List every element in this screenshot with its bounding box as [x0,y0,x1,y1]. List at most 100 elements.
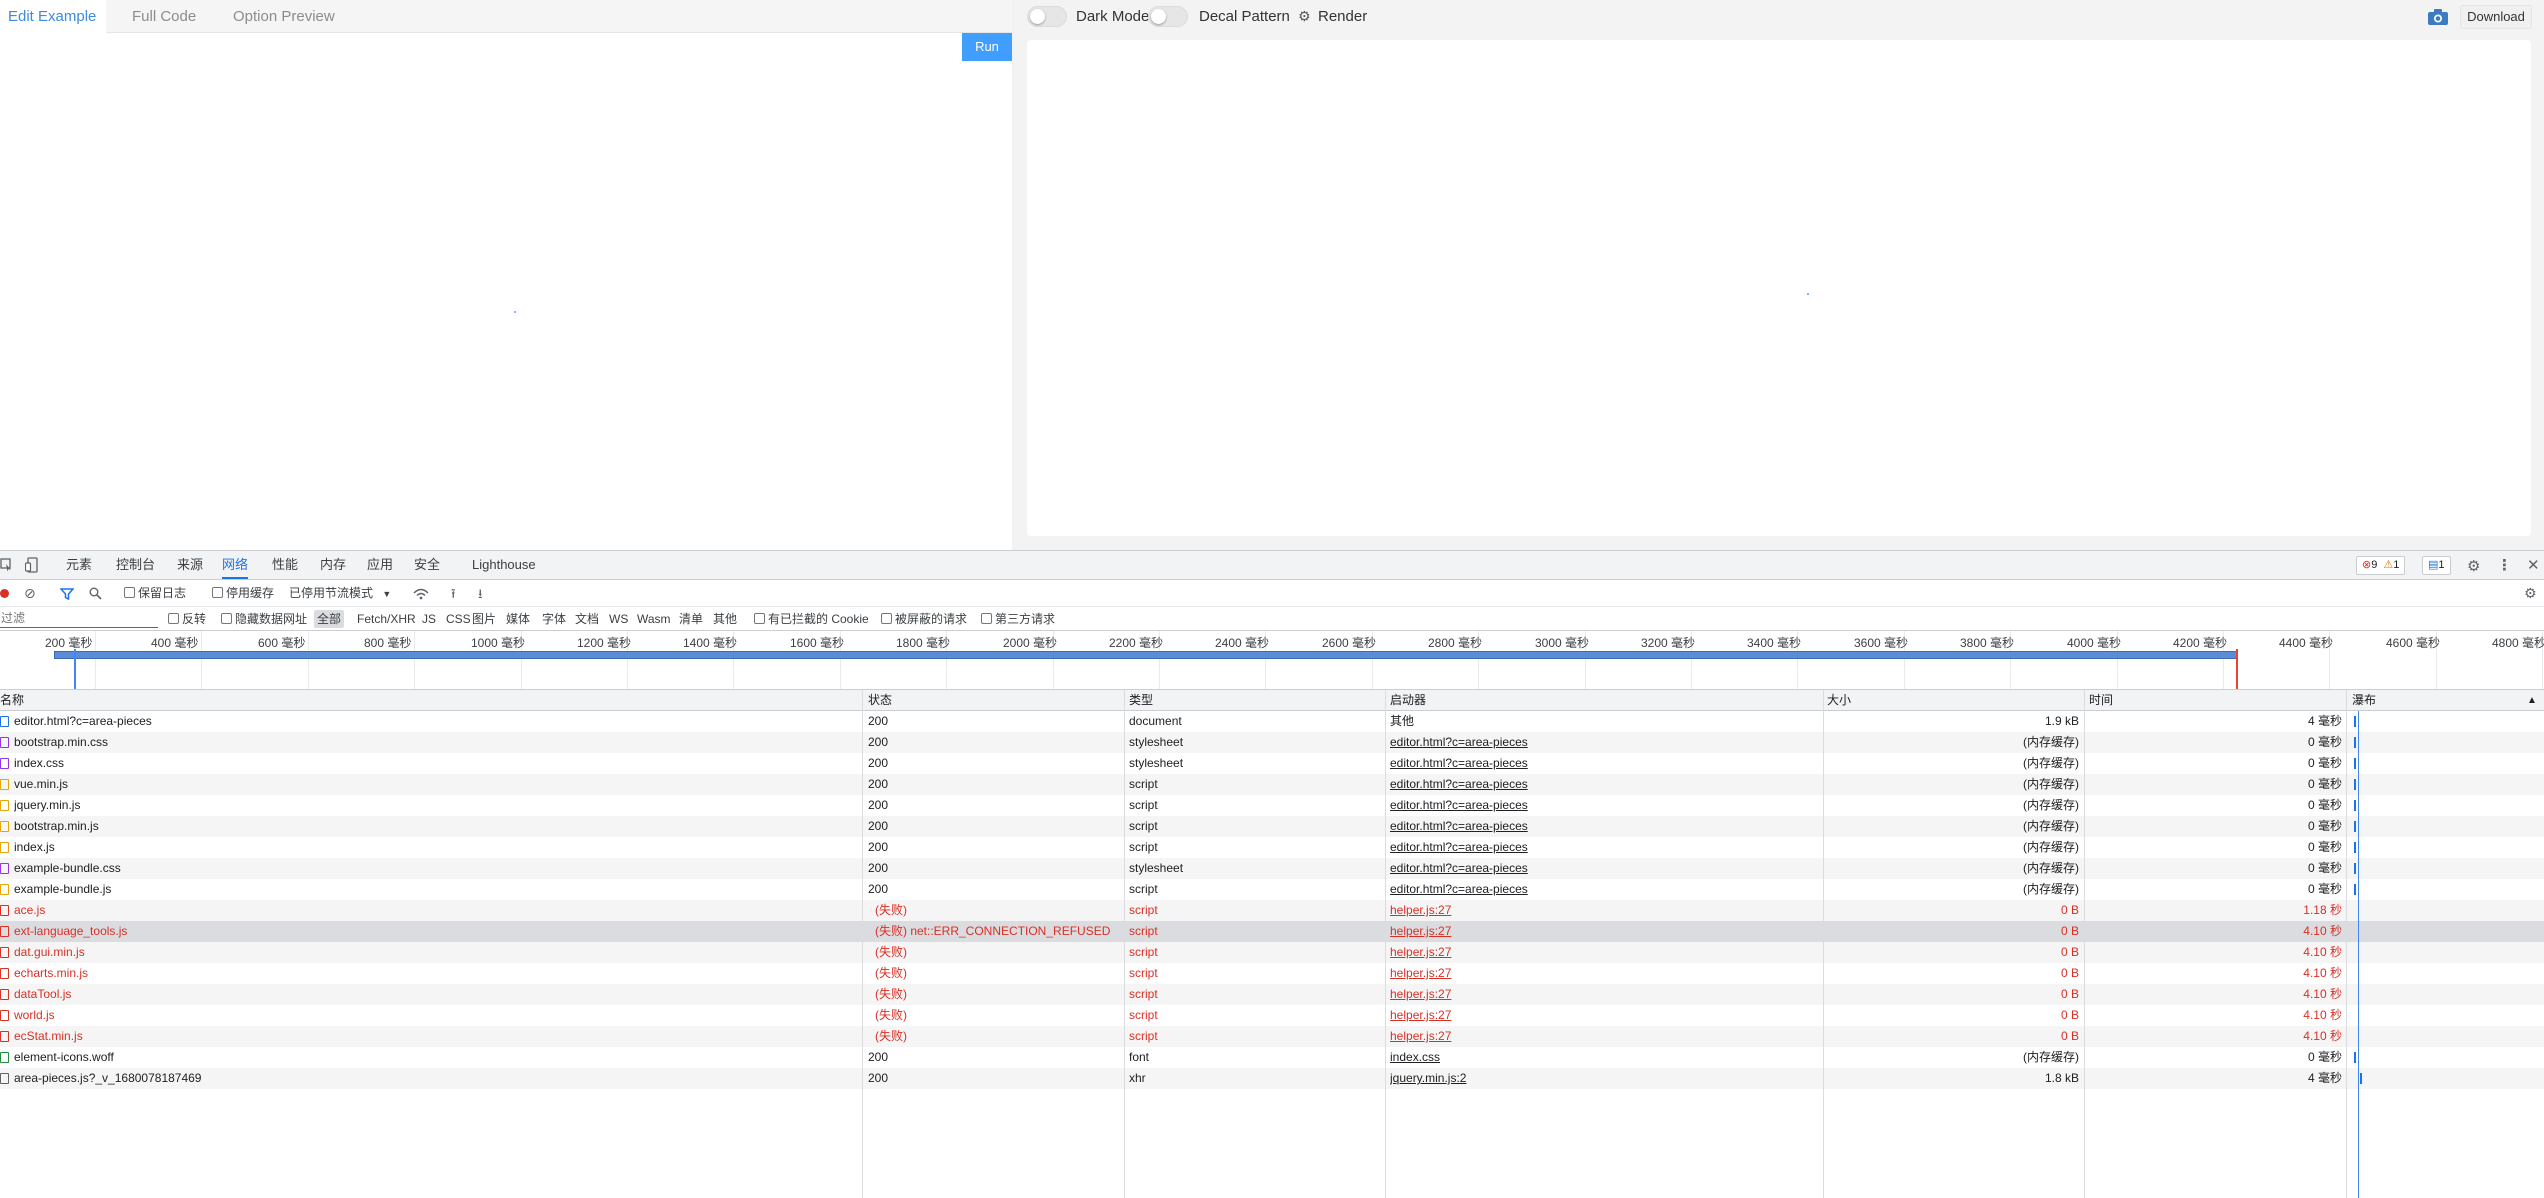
table-row[interactable]: bootstrap.min.css 200 stylesheet editor.htm… [0,732,2544,753]
request-initiator[interactable]: editor.html?c=area-pieces [1390,879,1820,900]
search-icon[interactable] [89,587,102,600]
devtools-tab[interactable]: 元素 [66,551,92,579]
request-initiator[interactable]: helper.js:27 [1390,921,1820,942]
column-divider[interactable] [1124,690,1125,1198]
request-initiator[interactable]: helper.js:27 [1390,963,1820,984]
request-initiator[interactable]: editor.html?c=area-pieces [1390,858,1820,879]
type-filter-button[interactable]: 字体 [542,607,566,631]
download-button[interactable]: Download [2460,5,2532,29]
chart-preview-canvas[interactable] [1027,40,2531,536]
filter-icon[interactable] [60,588,74,600]
table-row[interactable]: bootstrap.min.js 200 script editor.html?c=a… [0,816,2544,837]
type-filter-button[interactable]: 其他 [713,607,737,631]
devtools-tab[interactable]: 安全 [414,551,440,579]
column-waterfall[interactable]: 瀑布 [2352,690,2376,711]
third-party-checkbox[interactable]: 第三方请求 [981,607,1055,631]
devtools-tab[interactable]: 控制台 [116,551,155,579]
render-label[interactable]: Render [1318,8,1367,25]
dark-mode-toggle[interactable] [1027,6,1067,27]
type-filter-button[interactable]: 媒体 [506,607,530,631]
network-overview[interactable]: 200 毫秒 400 毫秒 600 毫秒 800 毫秒 1000 毫秒 1200 毫秒 14… [0,631,2544,690]
column-divider[interactable] [1823,690,1824,1198]
column-type[interactable]: 类型 [1129,690,1153,711]
clear-icon[interactable]: ⊘ [24,580,36,607]
devtools-tab[interactable]: 内存 [320,551,346,579]
request-initiator[interactable]: jquery.min.js:2 [1390,1068,1820,1089]
request-initiator[interactable]: editor.html?c=area-pieces [1390,753,1820,774]
devtools-tab[interactable]: 来源 [177,551,203,579]
type-filter-button[interactable]: JS [422,607,436,631]
request-initiator[interactable]: index.css [1390,1047,1820,1068]
table-row[interactable]: ecStat.min.js (失败) script helper.js:27 0 B 4.… [0,1026,2544,1047]
request-initiator[interactable]: helper.js:27 [1390,900,1820,921]
sort-up-icon[interactable]: ▲ [2527,690,2537,711]
devtools-tab[interactable]: 网络 [222,551,249,579]
request-initiator[interactable]: editor.html?c=area-pieces [1390,795,1820,816]
column-status[interactable]: 状态 [868,690,892,711]
request-initiator[interactable]: editor.html?c=area-pieces [1390,732,1820,753]
table-row[interactable]: jquery.min.js 200 script editor.html?c=area… [0,795,2544,816]
table-row[interactable]: editor.html?c=area-pieces 200 document 其他 1.… [0,711,2544,732]
column-divider[interactable] [2346,690,2347,1198]
request-initiator[interactable]: helper.js:27 [1390,984,1820,1005]
close-devtools-icon[interactable]: ✕ [2527,556,2540,574]
table-row[interactable]: dataTool.js (失败) script helper.js:27 0 B 4.10… [0,984,2544,1005]
type-filter-button[interactable]: Wasm [637,607,671,631]
column-time[interactable]: 时间 [2089,690,2113,711]
decal-pattern-toggle[interactable] [1148,6,1188,27]
tab-option-preview[interactable]: Option Preview [233,0,335,33]
disable-cache-checkbox[interactable]: 停用缓存 [212,580,274,607]
filter-input[interactable] [0,609,158,628]
request-initiator[interactable]: helper.js:27 [1390,1026,1820,1047]
table-row[interactable]: index.js 200 script editor.html?c=area-piec… [0,837,2544,858]
table-row[interactable]: example-bundle.css 200 stylesheet editor.ht… [0,858,2544,879]
type-filter-button[interactable]: CSS [446,607,471,631]
table-row[interactable]: index.css 200 stylesheet editor.html?c=area… [0,753,2544,774]
issues-badge[interactable]: ⊗9 ⚠1 [2356,556,2406,575]
table-row[interactable]: element-icons.woff 200 font index.css (内存缓存)… [0,1047,2544,1068]
invert-checkbox[interactable]: 反转 [168,607,206,631]
more-options-icon[interactable]: ⋮ [2497,556,2512,574]
blocked-requests-checkbox[interactable]: 被屏蔽的请求 [881,607,967,631]
camera-icon[interactable] [2427,8,2449,26]
type-filter-button[interactable]: 清单 [679,607,703,631]
request-initiator[interactable]: editor.html?c=area-pieces [1390,774,1820,795]
record-icon[interactable] [0,580,9,607]
messages-badge[interactable]: ▤1 [2422,556,2451,575]
column-divider[interactable] [862,690,863,1198]
tab-full-code[interactable]: Full Code [132,0,196,33]
export-har-icon[interactable]: ⭳ [478,580,483,607]
device-toolbar-icon[interactable] [25,557,39,573]
table-row[interactable]: area-pieces.js?_v_1680078187469 200 xhr jqu… [0,1068,2544,1089]
import-har-icon[interactable]: ⭱ [451,580,456,607]
network-settings-icon[interactable]: ⚙ [2524,580,2537,607]
column-divider[interactable] [1385,690,1386,1198]
devtools-tab[interactable]: Lighthouse [472,551,536,579]
column-name[interactable]: 名称 [0,690,24,711]
table-row[interactable]: example-bundle.js 200 script editor.html?c=… [0,879,2544,900]
column-divider[interactable] [2084,690,2085,1198]
request-initiator[interactable]: helper.js:27 [1390,1005,1820,1026]
throttling-select[interactable]: 已停用节流模式 ▼ [289,580,391,607]
type-filter-button[interactable]: WS [609,607,628,631]
table-row[interactable]: vue.min.js 200 script editor.html?c=area-pi… [0,774,2544,795]
type-filter-button[interactable]: 图片 [472,607,496,631]
devtools-tab[interactable]: 性能 [272,551,298,579]
devtools-tab[interactable]: 应用 [367,551,393,579]
table-row[interactable]: world.js (失败) script helper.js:27 0 B 4.10 秒 [0,1005,2544,1026]
table-row[interactable]: dat.gui.min.js (失败) script helper.js:27 0 B 4… [0,942,2544,963]
column-size[interactable]: 大小 [1827,690,1851,711]
request-initiator[interactable]: editor.html?c=area-pieces [1390,816,1820,837]
table-row[interactable]: echarts.min.js (失败) script helper.js:27 0 B 4… [0,963,2544,984]
request-initiator[interactable]: helper.js:27 [1390,942,1820,963]
preserve-log-checkbox[interactable]: 保留日志 [124,580,186,607]
column-initiator[interactable]: 启动器 [1390,690,1426,711]
run-button[interactable]: Run [962,33,1012,61]
hide-data-urls-checkbox[interactable]: 隐藏数据网址 [221,607,307,631]
render-settings-icon[interactable]: ⚙ [1298,8,1314,24]
request-initiator[interactable]: editor.html?c=area-pieces [1390,837,1820,858]
type-filter-button[interactable]: 全部 [314,610,345,628]
type-filter-button[interactable]: Fetch/XHR [357,607,416,631]
blocked-cookies-checkbox[interactable]: 有已拦截的 Cookie [754,607,869,631]
tab-edit-example[interactable]: Edit Example [0,0,106,33]
